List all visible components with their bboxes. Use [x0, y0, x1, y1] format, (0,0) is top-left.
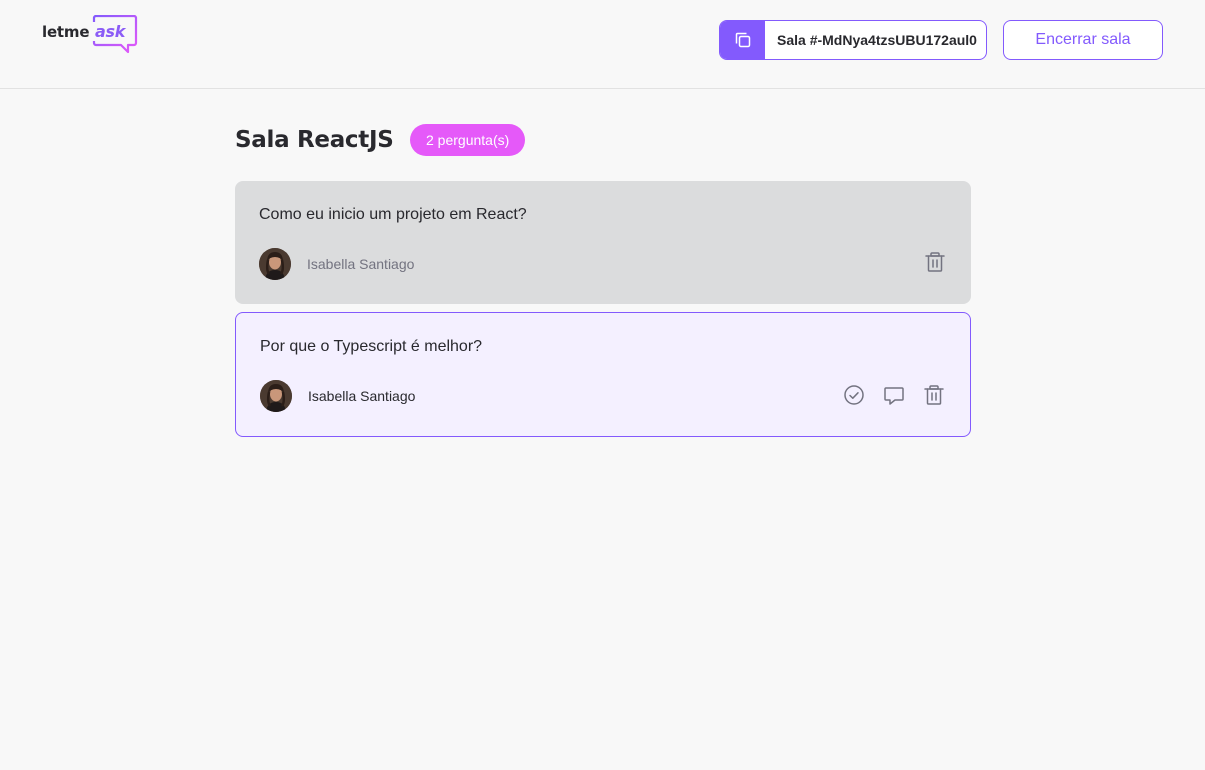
comment-icon[interactable] [882, 383, 906, 407]
header: letme ask Sala #-MdNya4tzsUBU172aul0 Enc… [0, 0, 1205, 89]
question-card: Por que o Typescript é melhor? Isabella … [235, 312, 971, 437]
letmeask-logo: letme ask [42, 15, 138, 61]
question-content: Como eu inicio um projeto em React? [259, 206, 527, 223]
question-actions [842, 383, 946, 407]
avatar [259, 248, 291, 280]
logo-letme-text: letme [42, 23, 90, 41]
page-title: Sala ReactJS [235, 127, 394, 153]
author-name: Isabella Santiago [308, 388, 416, 404]
trash-icon[interactable] [923, 250, 947, 274]
question-actions [923, 250, 947, 274]
close-room-button[interactable]: Encerrar sala [1003, 20, 1163, 60]
question-count-badge: 2 pergunta(s) [410, 124, 526, 156]
copy-icon [720, 21, 765, 59]
question-content: Por que o Typescript é melhor? [260, 338, 483, 355]
question-author: Isabella Santiago [259, 248, 414, 280]
avatar [260, 380, 292, 412]
logo-ask-text: ask [95, 22, 126, 41]
question-card: Como eu inicio um projeto em React? Isab… [235, 181, 971, 304]
room-code-button[interactable]: Sala #-MdNya4tzsUBU172aul0 [719, 20, 987, 60]
question-author: Isabella Santiago [260, 380, 415, 412]
trash-icon[interactable] [922, 383, 946, 407]
check-circle-icon[interactable] [842, 383, 866, 407]
room-code-label: Sala #-MdNya4tzsUBU172aul0 [777, 32, 977, 48]
author-name: Isabella Santiago [307, 256, 415, 272]
